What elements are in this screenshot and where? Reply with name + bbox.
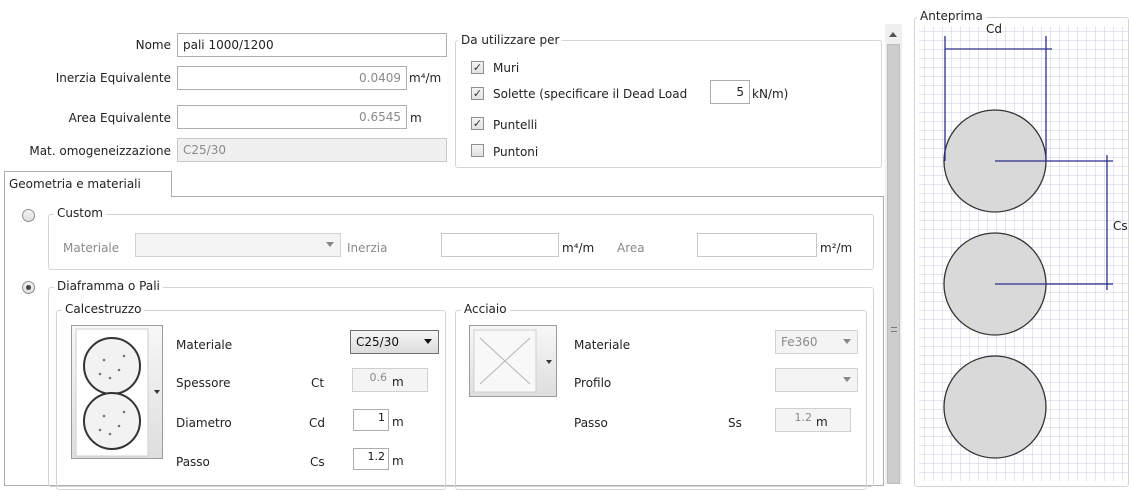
section-type-button[interactable] — [71, 325, 163, 459]
inerzia-equivalente-unit: m⁴/m — [409, 71, 442, 85]
passo-value: 1.2 — [367, 450, 386, 463]
acciaio-passo-field: 1.2 m — [775, 408, 851, 432]
calcestruzzo-legend: Calcestruzzo — [62, 302, 145, 316]
acciaio-materiale-label: Materiale — [574, 338, 631, 352]
puntoni-checkbox[interactable] — [471, 144, 484, 157]
pile-section-icon — [75, 328, 160, 457]
diametro-unit: m — [392, 415, 404, 429]
mat-omogeneizzazione-label: Mat. omogeneizzazione — [29, 144, 171, 158]
acciaio-legend: Acciaio — [461, 302, 510, 316]
area-equivalente-field[interactable]: 0.6545 — [177, 105, 407, 129]
cd-label: Cd — [986, 22, 1002, 36]
muri-checkbox[interactable]: ✓ — [471, 61, 484, 74]
acciaio-materiale-combo[interactable]: Fe360 — [775, 330, 858, 354]
scroll-thumb[interactable] — [887, 44, 900, 484]
custom-inerzia-field[interactable] — [441, 233, 559, 257]
inerzia-equivalente-field[interactable]: 0.0409 — [177, 66, 407, 90]
puntelli-checkbox[interactable]: ✓ — [471, 117, 484, 130]
diaframma-radio[interactable] — [22, 281, 35, 294]
spessore-symbol: Ct — [311, 376, 325, 390]
acciaio-passo-value: 1.2 — [794, 411, 813, 424]
diametro-field[interactable]: 1 m — [352, 408, 428, 432]
custom-area-field[interactable] — [697, 233, 817, 257]
diaframma-legend: Diaframma o Pali — [54, 279, 163, 293]
preview-legend: Anteprima — [917, 9, 986, 23]
tab-geometria-materiali[interactable]: Geometria e materiali — [4, 171, 172, 197]
chevron-down-icon — [326, 242, 334, 247]
custom-inerzia-label: Inerzia — [347, 241, 388, 255]
calcestruzzo-materiale-label: Materiale — [176, 338, 233, 352]
inerzia-equivalente-label: Inerzia Equivalente — [55, 71, 171, 85]
custom-inerzia-unit: m⁴/m — [562, 241, 595, 255]
calcestruzzo-materiale-combo[interactable]: C25/30 — [350, 330, 439, 354]
puntelli-label: Puntelli — [493, 118, 538, 132]
spessore-unit: m — [392, 375, 404, 389]
nome-input[interactable]: pali 1000/1200 — [177, 33, 447, 57]
diametro-label: Diametro — [176, 416, 232, 430]
vertical-scrollbar[interactable] — [885, 24, 902, 484]
nome-label: Nome — [135, 38, 171, 52]
profilo-combo[interactable] — [775, 368, 858, 392]
passo-label: Passo — [176, 455, 210, 469]
preview-canvas — [919, 26, 1129, 481]
custom-materiale-combo[interactable] — [135, 233, 341, 257]
dead-load-input[interactable]: 5 — [710, 80, 750, 104]
thumb-grip-icon — [891, 327, 897, 332]
usage-legend: Da utilizzare per — [458, 33, 563, 47]
acciaio-passo-symbol: Ss — [728, 416, 742, 430]
steel-profile-button[interactable] — [469, 325, 557, 397]
custom-area-unit: m²/m — [820, 241, 853, 255]
passo-field[interactable]: 1.2 m — [352, 447, 428, 471]
pile-circle-3 — [943, 355, 1047, 459]
calcestruzzo-materiale-value: C25/30 — [356, 335, 399, 349]
spessore-field: 0.6 m — [352, 368, 428, 392]
custom-radio[interactable] — [22, 209, 35, 222]
acciaio-passo-label: Passo — [574, 416, 608, 430]
custom-materiale-label: Materiale — [63, 241, 120, 255]
scroll-up-arrow[interactable] — [889, 32, 897, 37]
diametro-value: 1 — [378, 411, 385, 424]
spessore-value: 0.6 — [369, 371, 388, 384]
acciaio-passo-unit: m — [816, 415, 828, 429]
dead-load-unit: kN/m) — [752, 87, 789, 101]
diametro-symbol: Cd — [309, 416, 325, 430]
muri-label: Muri — [493, 61, 520, 75]
area-equivalente-unit: m — [410, 111, 422, 125]
area-equivalente-label: Area Equivalente — [68, 111, 171, 125]
chevron-down-icon — [424, 339, 432, 344]
puntoni-label: Puntoni — [493, 145, 539, 159]
custom-area-label: Area — [617, 241, 645, 255]
profilo-label: Profilo — [574, 376, 612, 390]
acciaio-materiale-value: Fe360 — [781, 335, 818, 349]
solette-label: Solette (specificare il Dead Load — [493, 87, 688, 101]
passo-unit: m — [392, 454, 404, 468]
mat-omogeneizzazione-field: C25/30 — [177, 138, 447, 162]
chevron-down-icon — [843, 339, 851, 344]
cs-label: Cs — [1113, 219, 1128, 233]
empty-profile-icon — [473, 329, 552, 393]
custom-legend: Custom — [54, 206, 106, 220]
spessore-label: Spessore — [176, 376, 231, 390]
solette-checkbox[interactable]: ✓ — [471, 87, 484, 100]
passo-symbol: Cs — [310, 455, 325, 469]
chevron-down-icon — [843, 377, 851, 382]
